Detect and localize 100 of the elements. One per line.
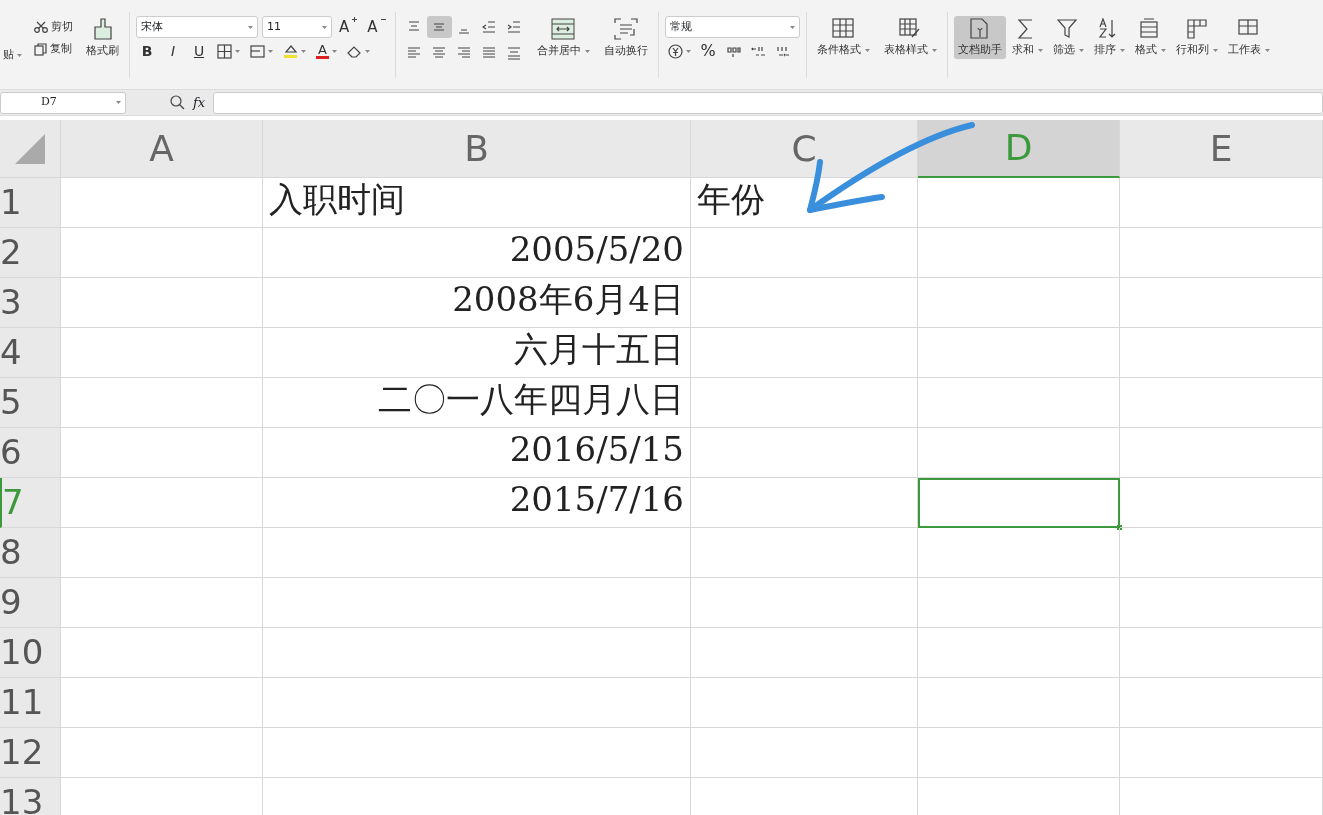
table-cell: 年份: [691, 178, 918, 228]
sheet-button[interactable]: 工作表: [1223, 16, 1274, 59]
grid-pencil-icon: [899, 18, 922, 39]
rowcol-button[interactable]: 行和列: [1171, 16, 1222, 59]
align-indent-icon: [507, 20, 522, 34]
brush-icon: [92, 18, 113, 40]
cut-button[interactable]: 剪切: [31, 16, 76, 38]
function-label[interactable]: fx: [193, 92, 206, 113]
align-bottom-icon: [457, 28, 472, 34]
yen-circle-icon: [667, 43, 683, 59]
row-header[interactable]: 12: [0, 728, 61, 778]
column-header[interactable]: C: [691, 120, 918, 178]
row-header[interactable]: 13: [0, 778, 61, 815]
merge-center-button[interactable]: 合并居中: [532, 16, 594, 60]
align-middle-button[interactable]: [426, 16, 452, 38]
assistant-button[interactable]: 文档助手: [953, 16, 1006, 59]
fill-style-icon: [250, 43, 265, 59]
corner-triangle-icon: [15, 133, 45, 164]
table-cell: 二〇一八年四月八日: [263, 378, 691, 428]
column-header[interactable]: B: [263, 120, 691, 178]
minus-icon: [380, 17, 386, 22]
scissors-icon: [34, 21, 48, 33]
table-cell: 2008年6月4日: [263, 278, 691, 328]
align-center-icon: [432, 46, 447, 60]
fill-handle[interactable]: [1117, 525, 1122, 530]
caret-icon: [322, 25, 327, 29]
column-header[interactable]: E: [1120, 120, 1323, 178]
table-cell: 2005/5/20: [263, 228, 691, 278]
percent-button[interactable]: %: [697, 40, 719, 62]
caret-icon: [685, 49, 691, 53]
borders-icon: [217, 43, 232, 59]
funnel-icon: [1057, 18, 1080, 39]
align-right-icon: [457, 46, 472, 60]
align-distribute-icon: [507, 46, 522, 60]
align-left-icon: [407, 46, 422, 60]
caret-icon: [365, 49, 370, 53]
thousands-separator-icon: [725, 44, 741, 58]
sum-button[interactable]: 求和: [1007, 16, 1047, 59]
zoom-icon[interactable]: [170, 95, 185, 110]
increase-decimal-icon: [750, 44, 766, 58]
selected-cell[interactable]: [918, 478, 1120, 528]
align-justify-icon: [482, 46, 497, 60]
increase-font-button[interactable]: A: [336, 16, 361, 38]
row-header[interactable]: 1: [0, 178, 61, 228]
grid-icon: [832, 18, 855, 39]
name-box[interactable]: D7: [0, 91, 126, 114]
align-top-icon: [407, 20, 422, 34]
column-header[interactable]: A: [61, 120, 263, 178]
merge-cells-icon: [551, 18, 576, 40]
caret-icon: [235, 49, 240, 53]
row-header[interactable]: 4: [0, 328, 61, 378]
format-button[interactable]: 格式: [1130, 16, 1170, 59]
caret-icon: [116, 101, 121, 104]
tablestyle-button[interactable]: 表格样式: [879, 16, 941, 59]
decrease-font-button[interactable]: A: [364, 16, 389, 38]
rows-columns-icon: [1185, 18, 1208, 39]
bold-button[interactable]: B: [136, 40, 158, 62]
plus-icon: [352, 17, 358, 22]
sort-button[interactable]: 排序: [1089, 16, 1129, 59]
italic-button[interactable]: I: [162, 40, 184, 62]
row-header[interactable]: 2: [0, 228, 61, 278]
copy-icon: [34, 42, 47, 56]
caret-icon: [301, 49, 306, 53]
row-header[interactable]: 6: [0, 428, 61, 478]
number-format-dropdown[interactable]: 常规: [664, 16, 800, 38]
table-cell: 入职时间: [263, 178, 691, 228]
row-header[interactable]: 8: [0, 528, 61, 578]
row-header[interactable]: 3: [0, 278, 61, 328]
table-cell: 六月十五日: [263, 328, 691, 378]
document-icon: [968, 18, 991, 39]
font-color-button[interactable]: A: [313, 40, 340, 62]
row-header[interactable]: 10: [0, 628, 61, 678]
paste-button[interactable]: 贴: [0, 44, 25, 66]
row-header[interactable]: 9: [0, 578, 61, 628]
font-size-dropdown[interactable]: 11: [262, 16, 332, 38]
caret-icon: [332, 49, 337, 53]
row-header[interactable]: 11: [0, 678, 61, 728]
caret-icon: [248, 25, 253, 29]
formula-input[interactable]: [213, 91, 1323, 114]
caret-icon: [584, 49, 590, 53]
format-painter-button[interactable]: 格式刷: [82, 16, 123, 60]
eraser-icon: [347, 44, 362, 58]
conditional-button[interactable]: 条件格式: [812, 16, 874, 59]
caret-icon: [789, 25, 795, 29]
row-header[interactable]: 5: [0, 378, 61, 428]
fill-color-icon: [283, 43, 298, 59]
decrease-decimal-icon: [775, 44, 791, 58]
copy-button[interactable]: 复制: [31, 38, 76, 60]
underline-button[interactable]: U: [188, 40, 210, 62]
select-all-corner[interactable]: [0, 120, 61, 178]
font-name-dropdown[interactable]: 宋体: [136, 16, 258, 38]
caret-icon: [17, 53, 22, 57]
caret-icon: [268, 49, 273, 53]
table-cell: 2016/5/15: [263, 428, 691, 478]
align-outdent-icon: [482, 20, 497, 34]
filter-button[interactable]: 筛选: [1048, 16, 1088, 59]
wrap-text-button[interactable]: 自动换行: [599, 16, 652, 60]
wrap-text-icon: [613, 18, 638, 40]
align-middle-icon: [432, 20, 447, 34]
table-cell: 2015/7/16: [263, 478, 691, 528]
